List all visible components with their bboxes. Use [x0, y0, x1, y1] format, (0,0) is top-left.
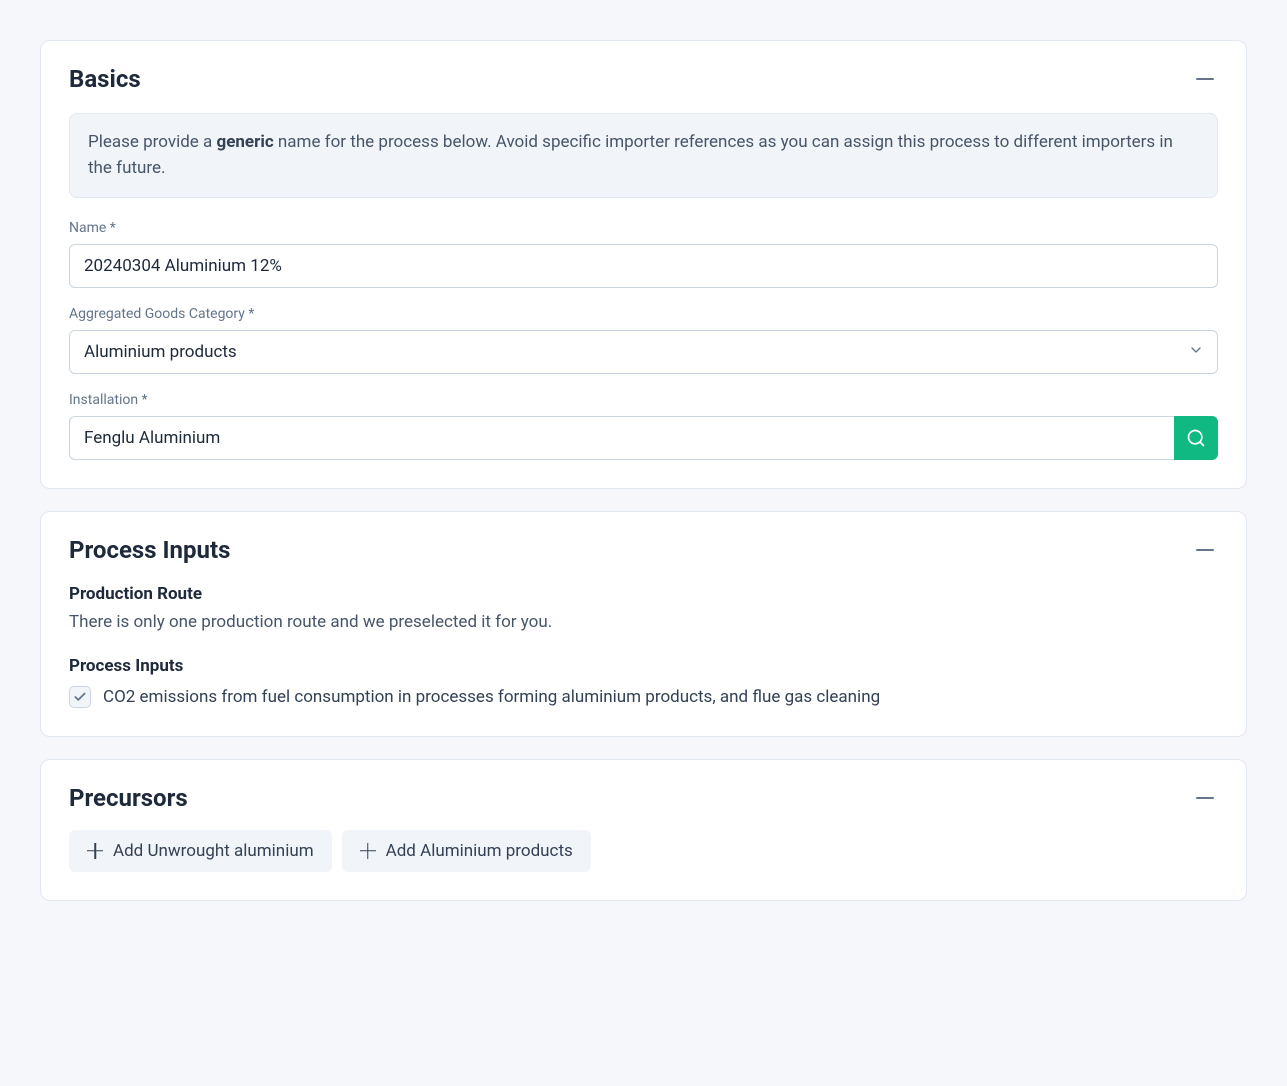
production-route-section: Production Route There is only one produ…	[69, 584, 1218, 636]
process-inputs-title: Process Inputs	[69, 536, 230, 564]
name-group: Name *	[69, 220, 1218, 288]
basics-info-box: Please provide a generic name for the pr…	[69, 113, 1218, 198]
process-inputs-section: Process Inputs CO2 emissions from fuel c…	[69, 656, 1218, 708]
name-input[interactable]	[69, 244, 1218, 288]
precursors-title: Precursors	[69, 784, 188, 812]
plus-icon	[360, 843, 376, 859]
minus-icon	[1196, 78, 1214, 80]
process-inputs-check-row: CO2 emissions from fuel consumption in p…	[69, 686, 1218, 708]
installation-group: Installation *	[69, 392, 1218, 460]
basics-collapse-button[interactable]	[1192, 74, 1218, 84]
info-text-bold: generic	[217, 132, 274, 152]
basics-header: Basics	[69, 65, 1218, 93]
production-route-title: Production Route	[69, 584, 1218, 604]
process-inputs-card: Process Inputs Production Route There is…	[40, 511, 1247, 737]
name-label: Name *	[69, 220, 1218, 236]
installation-label: Installation *	[69, 392, 1218, 408]
installation-row	[69, 416, 1218, 460]
plus-icon	[87, 843, 103, 859]
category-select[interactable]	[69, 330, 1218, 374]
production-route-text: There is only one production route and w…	[69, 610, 1218, 636]
precursors-header: Precursors	[69, 784, 1218, 812]
process-input-checkbox[interactable]	[69, 686, 91, 708]
process-inputs-subtitle: Process Inputs	[69, 656, 1218, 676]
basics-title: Basics	[69, 65, 141, 93]
check-icon	[73, 690, 87, 704]
category-label: Aggregated Goods Category *	[69, 306, 1218, 322]
info-text-prefix: Please provide a	[88, 132, 217, 152]
category-select-wrapper[interactable]	[69, 330, 1218, 374]
minus-icon	[1196, 797, 1214, 799]
process-inputs-header: Process Inputs	[69, 536, 1218, 564]
minus-icon	[1196, 549, 1214, 551]
add-aluminium-products-button[interactable]: Add Aluminium products	[342, 830, 591, 872]
add-products-label: Add Aluminium products	[386, 841, 573, 861]
add-unwrought-aluminium-button[interactable]: Add Unwrought aluminium	[69, 830, 332, 872]
process-inputs-collapse-button[interactable]	[1192, 545, 1218, 555]
search-icon	[1186, 428, 1206, 448]
installation-search-button[interactable]	[1174, 416, 1218, 460]
precursors-card: Precursors Add Unwrought aluminium Add A…	[40, 759, 1247, 901]
precursors-collapse-button[interactable]	[1192, 793, 1218, 803]
process-input-check-label: CO2 emissions from fuel consumption in p…	[103, 687, 880, 707]
basics-card: Basics Please provide a generic name for…	[40, 40, 1247, 489]
precursors-button-row: Add Unwrought aluminium Add Aluminium pr…	[69, 830, 1218, 872]
category-group: Aggregated Goods Category *	[69, 306, 1218, 374]
add-unwrought-label: Add Unwrought aluminium	[113, 841, 314, 861]
installation-input[interactable]	[69, 416, 1174, 460]
